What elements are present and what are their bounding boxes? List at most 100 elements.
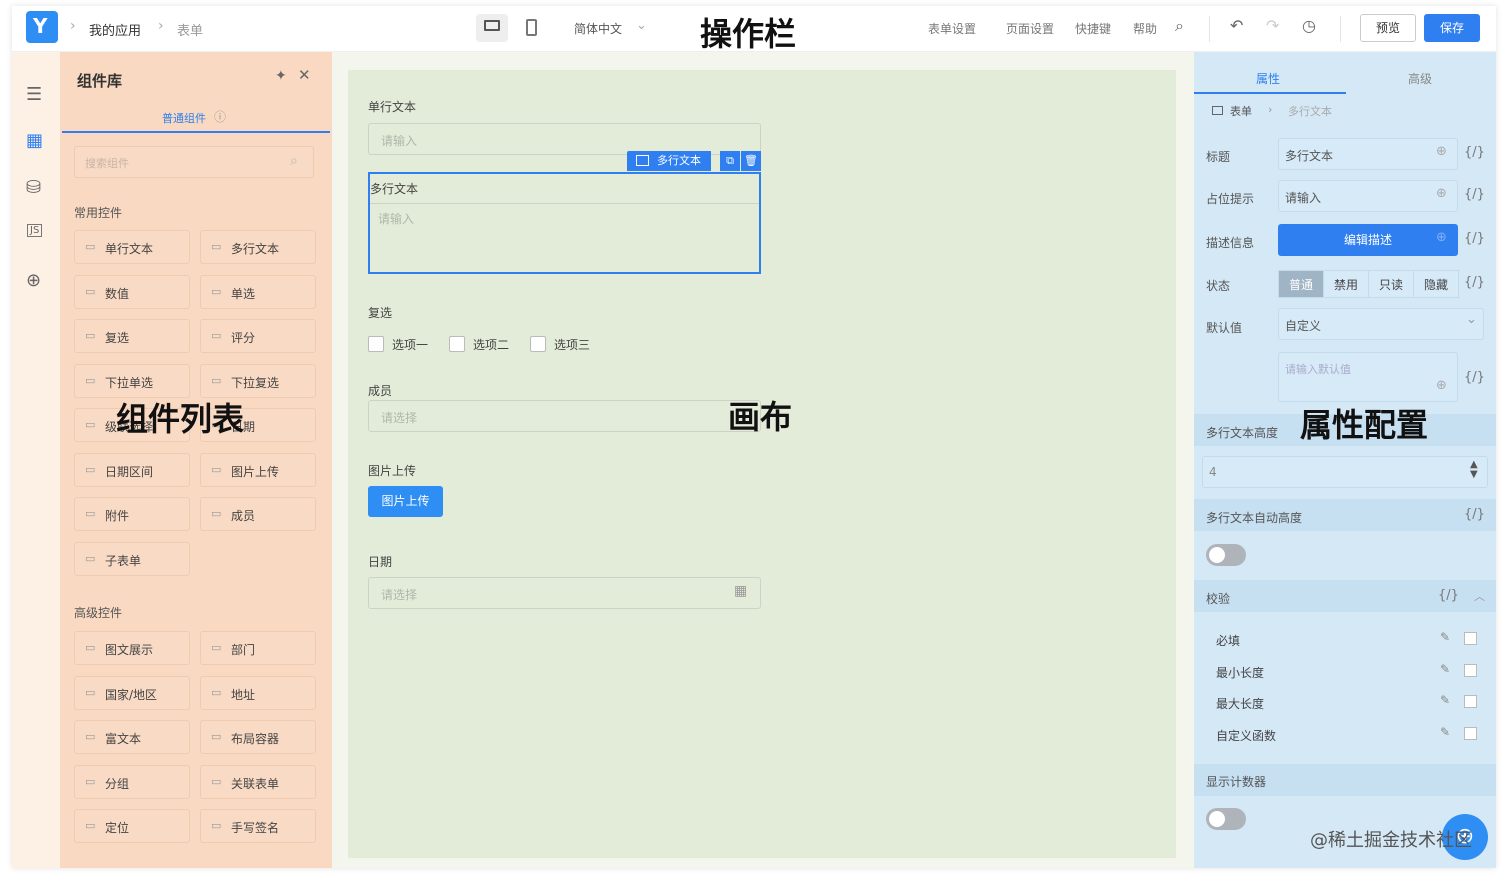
desktop-view-button[interactable]: [476, 14, 508, 42]
globe-icon[interactable]: ⊕: [1436, 230, 1447, 245]
component-item[interactable]: ▭ 成员: [200, 497, 316, 531]
chevron-up-icon[interactable]: ︿: [1474, 588, 1485, 604]
title-input[interactable]: 多行文本: [1278, 138, 1458, 170]
state-normal[interactable]: 普通: [1278, 270, 1324, 298]
component-item[interactable]: ▭ 下拉单选: [74, 363, 190, 398]
checkbox-option-2[interactable]: 选项二: [449, 336, 509, 353]
validation-checkbox[interactable]: [1464, 663, 1477, 677]
outline-icon[interactable]: ☰: [26, 84, 42, 105]
field-label-multi-text: 多行文本: [370, 182, 419, 196]
component-item[interactable]: ▭ 富文本: [74, 720, 190, 754]
placeholder-input[interactable]: 请输入: [1278, 180, 1458, 212]
copy-icon[interactable]: ⧉: [720, 151, 740, 171]
datasource-icon[interactable]: ⛁: [26, 177, 41, 198]
component-item[interactable]: ▭ 图片上传: [200, 452, 316, 487]
delete-icon[interactable]: 🗑: [741, 151, 761, 171]
fx-icon[interactable]: {/}: [1464, 145, 1485, 160]
edit-icon[interactable]: ✎: [1440, 693, 1450, 707]
fx-icon[interactable]: {/}: [1464, 275, 1485, 290]
globe-icon[interactable]: ⊕: [26, 270, 41, 291]
state-hidden[interactable]: 隐藏: [1413, 270, 1459, 298]
validation-checkbox[interactable]: [1464, 632, 1477, 645]
state-readonly[interactable]: 只读: [1368, 270, 1414, 298]
component-item[interactable]: ▭ 地址: [200, 675, 316, 710]
menu-help[interactable]: 帮助: [1133, 20, 1157, 37]
component-item[interactable]: ▭ 多行文本: [200, 230, 316, 264]
globe-icon[interactable]: ⊕: [1436, 378, 1447, 393]
redo-icon[interactable]: ↷: [1266, 16, 1279, 35]
tab-indicator: [1194, 92, 1346, 94]
stepper-icon[interactable]: ▲ ▼: [1470, 460, 1478, 480]
component-item[interactable]: ▭ 复选: [74, 319, 190, 353]
menu-page-settings[interactable]: 页面设置: [1006, 20, 1054, 37]
preview-button[interactable]: 预览: [1360, 14, 1416, 42]
component-item[interactable]: ▭ 关联表单: [200, 764, 316, 799]
component-library: 组件库 ✦ ✕ 普通组件 ⓘ 搜索组件 ⌕ 常用控件 ▭ 单行文本 ▭ 多行文本 ▭ 数值…: [60, 52, 332, 868]
js-icon[interactable]: JS: [27, 224, 43, 237]
language-select[interactable]: 简体中文: [574, 20, 622, 37]
multi-text-input[interactable]: 请输入: [370, 203, 759, 272]
edit-icon[interactable]: ✎: [1440, 662, 1450, 676]
edit-description-button[interactable]: 编辑描述: [1278, 224, 1458, 256]
component-item[interactable]: ▭ 部门: [200, 631, 316, 665]
component-item[interactable]: ▭ 图文展示: [74, 631, 190, 665]
divider: [1209, 16, 1210, 42]
component-item[interactable]: ▭ 国家/地区: [74, 675, 190, 710]
default-value-input[interactable]: 请输入默认值: [1278, 352, 1458, 402]
breadcrumb-app[interactable]: 我的应用: [89, 20, 141, 39]
checkbox-option-3[interactable]: 选项三: [530, 336, 590, 353]
globe-icon[interactable]: ⊕: [1436, 186, 1447, 201]
close-icon[interactable]: ✕: [298, 66, 311, 84]
component-item[interactable]: ▭ 子表单: [74, 541, 190, 576]
fx-icon[interactable]: {/}: [1464, 507, 1485, 522]
validation-checkbox[interactable]: [1464, 695, 1477, 708]
pin-icon[interactable]: ✦: [275, 68, 287, 84]
component-item[interactable]: ▭ 布局容器: [200, 720, 316, 754]
undo-icon[interactable]: ↶: [1230, 16, 1243, 35]
history-icon[interactable]: ◷: [1302, 16, 1316, 35]
component-search-input[interactable]: 搜索组件: [74, 146, 314, 178]
globe-icon[interactable]: ⊕: [1436, 144, 1447, 159]
component-item-label: 复选: [105, 331, 130, 345]
save-button[interactable]: 保存: [1424, 14, 1480, 42]
edit-icon[interactable]: ✎: [1440, 630, 1450, 644]
component-item[interactable]: ▭ 附件: [74, 497, 190, 531]
counter-toggle[interactable]: [1206, 808, 1246, 830]
edit-icon[interactable]: ✎: [1440, 725, 1450, 739]
component-item[interactable]: ▭ 分组: [74, 764, 190, 799]
tab-common-components[interactable]: 普通组件: [162, 110, 206, 126]
component-item[interactable]: ▭ 单行文本: [74, 230, 190, 264]
component-item[interactable]: ▭ 定位: [74, 809, 190, 843]
component-item[interactable]: ▭ 数值: [74, 274, 190, 309]
fx-icon[interactable]: {/}: [1464, 187, 1485, 202]
component-item[interactable]: ▭ 评分: [200, 319, 316, 353]
fx-icon[interactable]: {/}: [1464, 231, 1485, 246]
image-upload-button[interactable]: 图片上传: [368, 486, 443, 517]
search-icon[interactable]: ⌕: [1175, 16, 1184, 36]
component-item[interactable]: ▭ 手写签名: [200, 809, 316, 843]
validation-label: 校验: [1206, 592, 1231, 606]
component-item[interactable]: ▭ 单选: [200, 274, 316, 309]
component-icon: ▭: [211, 240, 222, 253]
menu-form-settings[interactable]: 表单设置: [928, 20, 976, 37]
fx-icon[interactable]: {/}: [1464, 370, 1485, 385]
component-item[interactable]: ▭ 日期区间: [74, 452, 190, 487]
help-icon[interactable]: ⓘ: [214, 108, 226, 125]
auto-height-toggle[interactable]: [1206, 544, 1246, 566]
validation-checkbox[interactable]: [1464, 726, 1477, 740]
menu-shortcuts[interactable]: 快捷键: [1075, 20, 1111, 37]
components-icon[interactable]: ▦: [26, 130, 43, 151]
component-item[interactable]: ▭ 下拉复选: [200, 363, 316, 398]
tab-advanced[interactable]: 高级: [1408, 70, 1432, 87]
multi-text-field-selected[interactable]: 多行文本 请输入: [368, 172, 761, 274]
fx-icon[interactable]: {/}: [1438, 588, 1459, 603]
member-select[interactable]: 请选择: [368, 400, 761, 432]
mobile-view-button[interactable]: [516, 14, 548, 42]
default-value-select[interactable]: 自定义: [1278, 308, 1484, 340]
tab-properties[interactable]: 属性: [1256, 70, 1280, 87]
checkbox-option-1[interactable]: 选项一: [368, 336, 428, 353]
props-breadcrumb-form[interactable]: 表单: [1230, 103, 1252, 119]
state-disabled[interactable]: 禁用: [1323, 270, 1369, 298]
date-picker[interactable]: 请选择: [368, 577, 761, 609]
height-number-input[interactable]: 4: [1202, 456, 1488, 488]
